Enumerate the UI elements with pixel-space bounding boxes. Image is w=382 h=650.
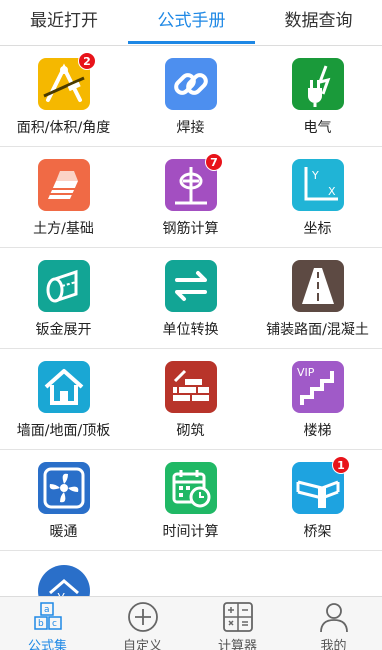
grid-row: 墙面/地面/顶板 砌筑 VIP 楼梯 <box>0 349 382 450</box>
vip-stairs-icon: VIP <box>292 361 344 413</box>
grid-row: 2 面积/体积/角度 焊接 电气 <box>0 46 382 147</box>
svg-text:Y: Y <box>311 169 319 182</box>
top-tab-bar: 最近打开 公式手册 数据查询 <box>0 0 382 46</box>
abc-blocks-icon: abc <box>31 600 65 634</box>
svg-text:VIP: VIP <box>297 366 315 379</box>
cable-tray-icon: 1 <box>292 456 350 514</box>
cylinder-unfold-icon <box>38 260 90 312</box>
calculator-icon <box>221 600 255 634</box>
category-time-calc[interactable]: 时间计算 <box>127 450 254 551</box>
rebar-icon: 7 <box>165 153 223 211</box>
category-label: 桥架 <box>303 524 332 540</box>
active-tab-indicator <box>128 41 255 44</box>
svg-text:b: b <box>38 619 44 629</box>
category-cable-tray[interactable]: 1 桥架 <box>254 450 381 551</box>
road-icon <box>292 260 344 312</box>
category-unit-conversion[interactable]: 单位转换 <box>127 248 254 349</box>
electric-plug-icon <box>292 58 344 110</box>
bottom-nav-bar: abc 公式集 自定义 计算器 我的 <box>0 596 382 650</box>
category-sheet-metal[interactable]: 钣金展开 <box>0 248 127 349</box>
nav-label: 计算器 <box>217 639 257 650</box>
brick-wall-icon <box>165 361 217 413</box>
formula-category-grid: 2 面积/体积/角度 焊接 电气 土方/基础 7 钢筋计算 Y X 坐标 钣金展… <box>0 46 382 596</box>
category-label: 铺装路面/混凝土 <box>266 322 369 338</box>
nav-mine[interactable]: 我的 <box>286 597 381 650</box>
category-label: 楼梯 <box>303 423 332 439</box>
plus-circle-icon <box>126 600 160 634</box>
category-label: 墙面/地面/顶板 <box>16 423 111 439</box>
category-label: 暖通 <box>49 524 78 540</box>
nav-custom[interactable]: 自定义 <box>95 597 190 650</box>
nav-formula-set[interactable]: abc 公式集 <box>0 597 95 650</box>
svg-text:c: c <box>52 619 57 629</box>
category-hvac[interactable]: 暖通 <box>0 450 127 551</box>
grid-row: ¥ <box>0 551 382 596</box>
person-icon <box>317 600 351 634</box>
chain-link-icon <box>165 58 217 110</box>
category-masonry[interactable]: 砌筑 <box>127 349 254 450</box>
category-stairs[interactable]: VIP 楼梯 <box>254 349 381 450</box>
category-label: 钢筋计算 <box>162 221 219 237</box>
category-label: 时间计算 <box>162 524 219 540</box>
svg-text:X: X <box>328 185 336 198</box>
notification-badge: 1 <box>332 456 350 474</box>
fan-icon <box>38 462 90 514</box>
grid-row: 土方/基础 7 钢筋计算 Y X 坐标 <box>0 147 382 248</box>
swap-arrows-icon <box>165 260 217 312</box>
category-partial[interactable]: ¥ <box>0 551 127 596</box>
category-wall-floor-ceiling[interactable]: 墙面/地面/顶板 <box>0 349 127 450</box>
category-label: 土方/基础 <box>33 221 94 237</box>
tab-data-query[interactable]: 数据查询 <box>255 0 382 46</box>
svg-text:a: a <box>44 605 50 615</box>
category-electrical[interactable]: 电气 <box>254 46 381 147</box>
nav-label: 我的 <box>320 639 347 650</box>
geometry-tools-icon: 2 <box>38 52 96 110</box>
category-area-volume-angle[interactable]: 2 面积/体积/角度 <box>0 46 127 147</box>
category-coordinates[interactable]: Y X 坐标 <box>254 147 381 248</box>
tab-recently-opened[interactable]: 最近打开 <box>0 0 128 46</box>
notification-badge: 7 <box>205 153 223 171</box>
house-yuan-icon: ¥ <box>38 565 90 596</box>
category-rebar[interactable]: 7 钢筋计算 <box>127 147 254 248</box>
foundation-block-icon <box>38 159 90 211</box>
category-label: 面积/体积/角度 <box>16 120 111 136</box>
category-label: 坐标 <box>303 221 332 237</box>
calendar-clock-icon <box>165 462 217 514</box>
category-label: 单位转换 <box>162 322 219 338</box>
notification-badge: 2 <box>78 52 96 70</box>
grid-row: 钣金展开 单位转换 铺装路面/混凝土 <box>0 248 382 349</box>
category-label: 焊接 <box>176 120 205 136</box>
nav-label: 公式集 <box>27 639 67 650</box>
house-icon <box>38 361 90 413</box>
category-welding[interactable]: 焊接 <box>127 46 254 147</box>
xy-axis-icon: Y X <box>292 159 344 211</box>
category-label: 钣金展开 <box>35 322 92 338</box>
tab-formula-handbook[interactable]: 公式手册 <box>128 0 255 46</box>
category-label: 电气 <box>303 120 332 136</box>
nav-label: 自定义 <box>122 639 162 650</box>
category-earthwork-foundation[interactable]: 土方/基础 <box>0 147 127 248</box>
category-label: 砌筑 <box>176 423 205 439</box>
nav-calculator[interactable]: 计算器 <box>190 597 285 650</box>
grid-row: 暖通 时间计算 1 桥架 <box>0 450 382 551</box>
category-paving-concrete[interactable]: 铺装路面/混凝土 <box>254 248 381 349</box>
